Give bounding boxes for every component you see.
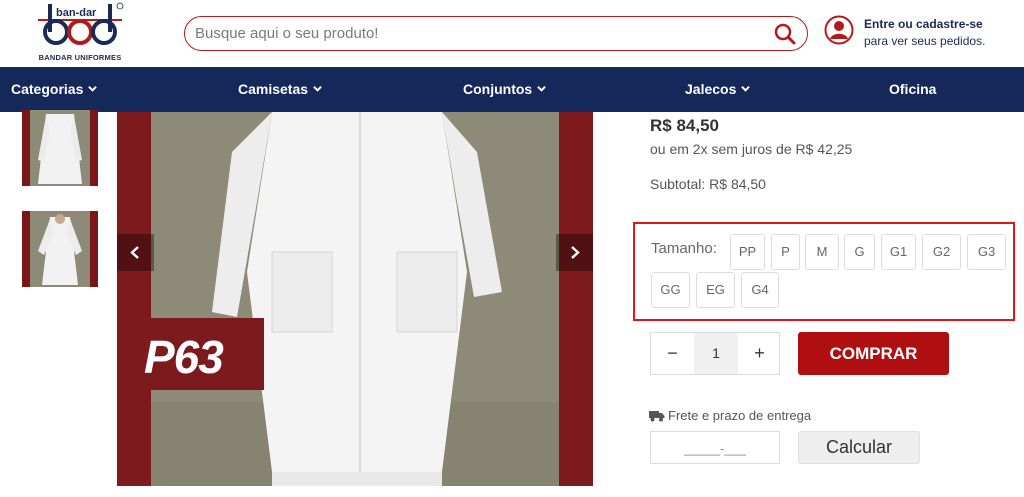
chevron-left-icon [130, 246, 139, 259]
truck-icon [649, 411, 665, 422]
search-icon[interactable] [773, 22, 797, 46]
shipping-label: Frete e prazo de entrega [649, 408, 811, 423]
gallery-next-button[interactable] [556, 234, 593, 271]
product-image-gallery: P63 [117, 112, 593, 486]
thumbnail-photo [30, 110, 90, 186]
chevron-right-icon [571, 246, 580, 259]
chevron-down-icon [313, 85, 322, 92]
size-option-g[interactable]: G [844, 234, 875, 270]
lab-coat-image [212, 112, 502, 486]
quantity-value[interactable]: 1 [694, 333, 738, 374]
account-login-text: Entre ou cadastre-se [864, 17, 983, 31]
product-code-badge: P63 [117, 318, 264, 390]
nav-item-camisetas[interactable]: Camisetas [238, 67, 322, 112]
product-price: R$ 84,50 [650, 116, 719, 135]
main-nav: Categorias Camisetas Conjuntos Jalecos O… [0, 67, 1024, 112]
logo-text: ban-dar [56, 7, 97, 19]
nav-item-conjuntos[interactable]: Conjuntos [463, 67, 547, 112]
quantity-increase-button[interactable]: + [738, 333, 781, 374]
size-option-m[interactable]: M [805, 234, 839, 270]
logo-mark-icon: ban-dar [38, 2, 124, 45]
buy-button[interactable]: COMPRAR [798, 332, 949, 375]
lab-coat-icon [38, 114, 82, 184]
calculate-shipping-button[interactable]: Calcular [798, 431, 920, 464]
product-code-text: P63 [144, 331, 224, 383]
size-option-gg[interactable]: GG [651, 272, 690, 308]
account-orders-text: para ver seus pedidos. [864, 34, 986, 48]
thumbnail-photo [30, 211, 90, 287]
cep-field [650, 431, 780, 464]
shipping-label-text: Frete e prazo de entrega [668, 408, 812, 423]
quantity-decrease-button[interactable]: − [651, 333, 694, 374]
size-option-g4[interactable]: G4 [741, 272, 779, 308]
size-option-g3[interactable]: G3 [967, 234, 1006, 270]
lab-coat-icon [38, 214, 82, 285]
nav-item-label: Jalecos [685, 81, 737, 97]
nav-item-label: Categorias [11, 81, 84, 97]
site-header: ban-dar BANDAR UNIFORMES Entre ou cadast… [0, 0, 1024, 67]
nav-item-label: Conjuntos [463, 81, 533, 97]
product-thumbnail[interactable] [22, 211, 98, 287]
size-option-p[interactable]: P [771, 234, 800, 270]
chevron-down-icon [537, 85, 547, 92]
size-option-eg[interactable]: EG [696, 272, 735, 308]
size-option-g2[interactable]: G2 [922, 234, 961, 270]
search-bar [184, 16, 808, 51]
nav-item-jalecos[interactable]: Jalecos [685, 67, 751, 112]
subtotal-text: Subtotal: R$ 84,50 [650, 176, 766, 192]
cep-input[interactable] [659, 439, 771, 457]
size-option-pp[interactable]: PP [730, 234, 765, 270]
nav-item-label: Camisetas [238, 81, 309, 97]
size-label: Tamanho: [651, 240, 717, 257]
chevron-down-icon [88, 85, 98, 92]
nav-item-oficina[interactable]: Oficina [889, 67, 936, 112]
bandar-logo[interactable]: ban-dar BANDAR UNIFORMES [30, 2, 130, 64]
user-icon [824, 15, 854, 45]
chevron-down-icon [741, 85, 751, 92]
gallery-prev-button[interactable] [117, 234, 154, 271]
product-thumbnail[interactable] [22, 110, 98, 186]
brand-name: BANDAR UNIFORMES [38, 53, 122, 62]
size-option-g1[interactable]: G1 [881, 234, 916, 270]
account-link[interactable]: Entre ou cadastre-se para ver seus pedid… [824, 15, 1014, 51]
quantity-stepper: − 1 + [650, 332, 780, 375]
search-input[interactable] [195, 23, 755, 44]
installments-text: ou em 2x sem juros de R$ 42,25 [650, 141, 853, 157]
nav-item-label: Oficina [889, 81, 937, 97]
nav-item-categorias[interactable]: Categorias [11, 67, 98, 112]
